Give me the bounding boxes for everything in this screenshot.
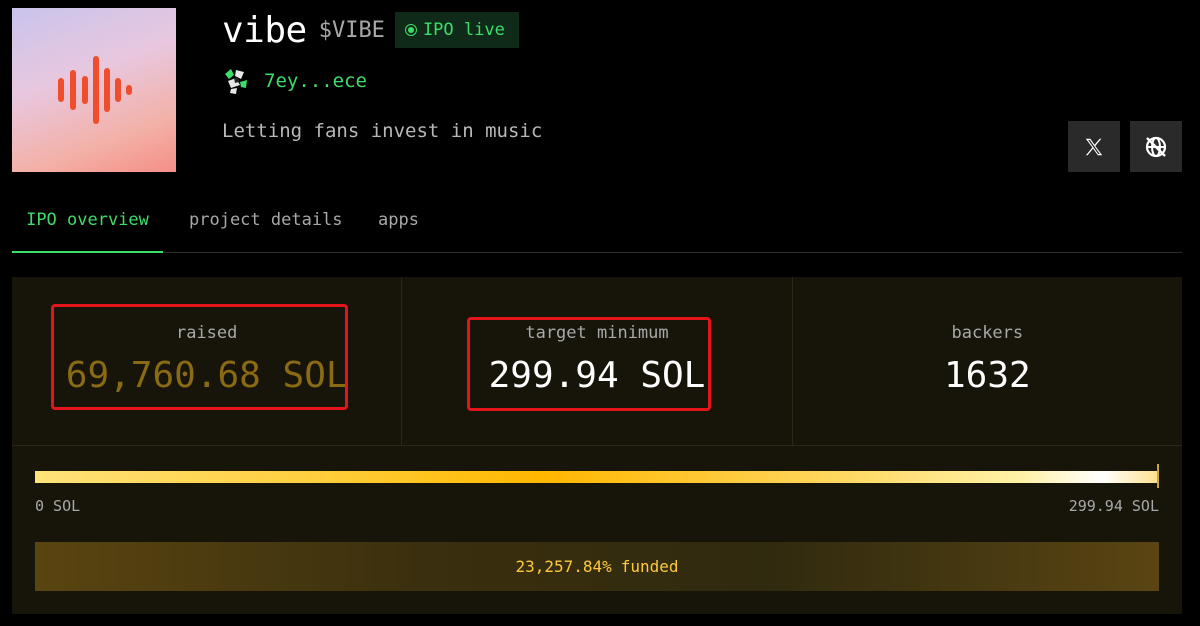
status-badge-label: IPO live: [422, 20, 505, 40]
stat-raised: raised 69,760.68 SOL: [12, 277, 403, 445]
status-badge: IPO live: [394, 12, 519, 48]
funded-banner: 23,257.84% funded: [35, 542, 1159, 591]
website-button[interactable]: [1130, 121, 1182, 172]
creator[interactable]: 7ey...ece: [222, 66, 367, 96]
live-dot-icon: [404, 24, 417, 36]
funded-percent: 23,257.84%: [515, 557, 612, 576]
tab-ipo-overview[interactable]: IPO overview: [12, 198, 163, 253]
stats-row: raised 69,760.68 SOL target minimum 299.…: [12, 277, 1182, 446]
highlight-box-raised: [51, 304, 348, 410]
tab-apps[interactable]: apps: [378, 198, 419, 253]
progress-min-label: 0 SOL: [35, 497, 81, 515]
x-social-button[interactable]: [1068, 121, 1120, 172]
project-logo: [12, 8, 176, 172]
funding-progress-bar: [35, 471, 1159, 483]
ipo-overview-panel: raised 69,760.68 SOL target minimum 299.…: [12, 277, 1182, 614]
tab-project-details[interactable]: project details: [189, 198, 343, 253]
stat-target-minimum: target minimum 299.94 SOL: [402, 277, 793, 445]
stat-backers-label: backers: [951, 323, 1024, 343]
creator-avatar-icon: [225, 69, 247, 94]
project-description: Letting fans invest in music: [222, 120, 543, 142]
stat-backers-value: 1632: [943, 355, 1031, 396]
project-ticker: $VIBE: [318, 17, 385, 43]
creator-address-link[interactable]: 7ey...ece: [264, 70, 367, 92]
globe-crossed-icon: [1145, 136, 1167, 157]
progress-target-marker: [1157, 464, 1159, 488]
tab-bar: IPO overview project details apps: [12, 198, 1182, 253]
highlight-box-target: [467, 317, 712, 411]
project-name: vibe: [222, 9, 307, 51]
sound-wave-icon: [58, 56, 132, 124]
stat-backers: backers 1632: [793, 277, 1182, 445]
title-row: vibe $VIBE IPO live: [222, 9, 519, 51]
progress-max-label: 299.94 SOL: [1068, 497, 1159, 515]
x-logo-icon: [1085, 138, 1103, 155]
funded-label: funded: [620, 557, 679, 576]
